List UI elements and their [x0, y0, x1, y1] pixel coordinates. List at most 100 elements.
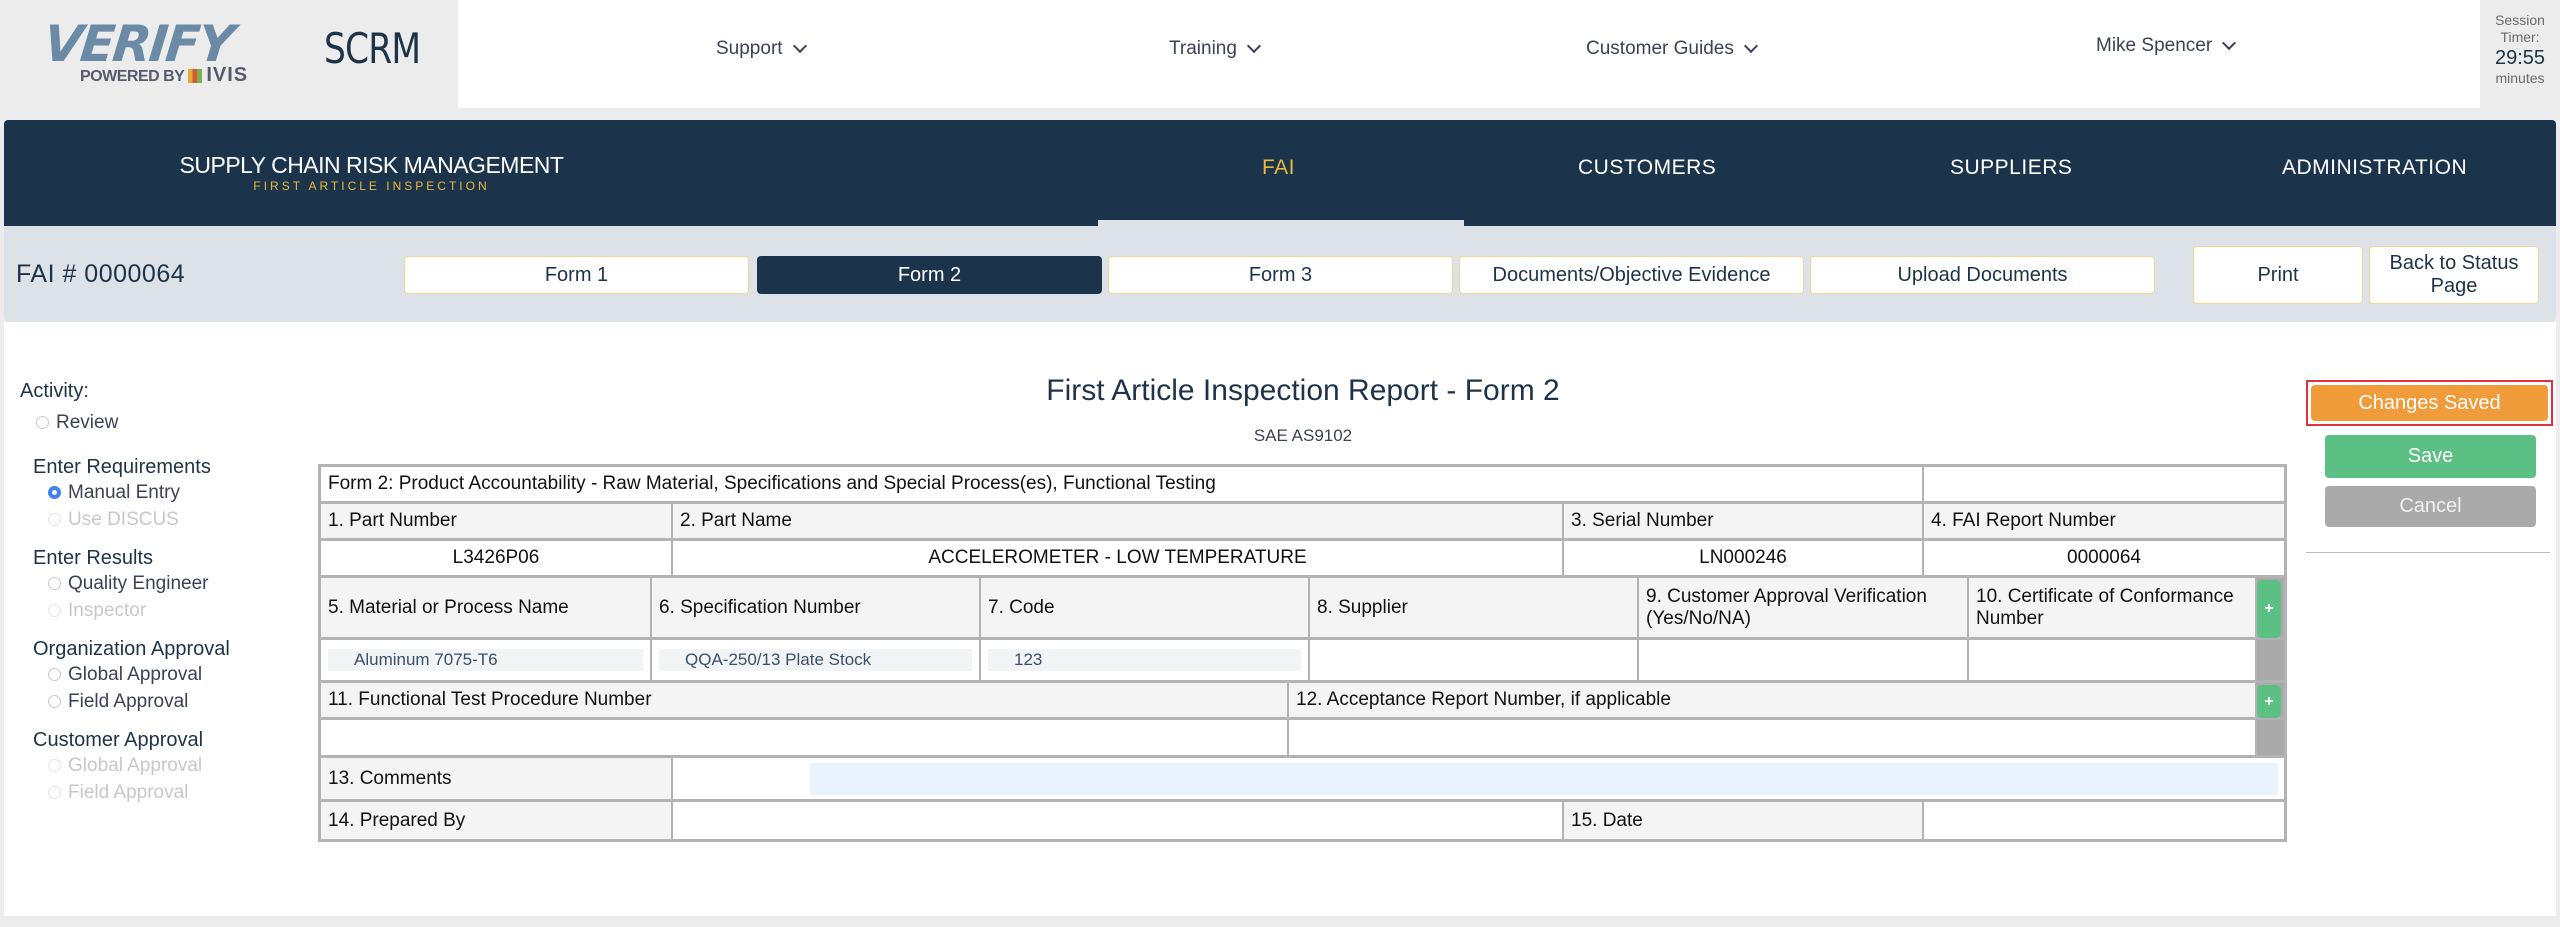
actions-divider [2306, 552, 2550, 553]
functional-add-column: + [2257, 683, 2284, 718]
session-timer-value: 29:55 [2494, 47, 2546, 69]
tab-administration[interactable]: ADMINISTRATION [2282, 156, 2467, 180]
col-acceptance-report: 12. Acceptance Report Number, if applica… [1289, 683, 2257, 717]
tab-fai[interactable]: FAI [1262, 156, 1295, 180]
materials-data-row: Aluminum 7075-T6 QQA-250/13 Plate Stock … [321, 640, 2284, 683]
nav-customer-guides-label: Customer Guides [1586, 38, 1734, 59]
add-functional-row-button[interactable]: + [2257, 685, 2281, 718]
print-button[interactable]: Print [2193, 246, 2363, 304]
col-customer-approval: 9. Customer Approval Verification (Yes/N… [1639, 578, 1969, 637]
tab-suppliers[interactable]: SUPPLIERS [1950, 156, 2072, 180]
add-material-row-button[interactable]: + [2257, 580, 2281, 638]
radio-icon [48, 604, 61, 617]
session-timer-label-2: Timer: [2500, 29, 2540, 45]
supplier-input[interactable] [1310, 640, 1639, 680]
radio-label: Field Approval [68, 781, 189, 803]
col-coc-number: 10. Certificate of Conformance Number [1969, 578, 2257, 637]
radio-use-discus: Use DISCUS [48, 506, 310, 533]
radio-cust-global-approval: Global Approval [48, 752, 310, 779]
fai-report-number-label: 4. FAI Report Number [1924, 504, 2284, 538]
radio-review[interactable]: Review [36, 409, 310, 436]
powered-by-text: POWERED BY [80, 68, 185, 85]
group-heading: Enter Results [33, 547, 154, 569]
radio-icon [48, 759, 61, 772]
specification-input[interactable]: QQA-250/13 Plate Stock [659, 649, 972, 671]
radio-label: Global Approval [68, 663, 203, 685]
coc-number-input[interactable] [1969, 640, 2257, 680]
form-heading-blank [1924, 467, 2284, 501]
changes-saved-button[interactable]: Changes Saved [2311, 385, 2548, 421]
tab-documents-objective-evidence[interactable]: Documents/Objective Evidence [1459, 256, 1804, 294]
radio-org-global-approval[interactable]: Global Approval [48, 661, 310, 688]
nav-training-label: Training [1169, 38, 1237, 59]
col-code: 7. Code [981, 578, 1310, 637]
activity-sidebar: Activity: Review Enter Requirements Manu… [20, 380, 310, 806]
chevron-down-icon [2222, 35, 2237, 51]
part-number-label: 1. Part Number [321, 504, 673, 538]
radio-manual-entry[interactable]: Manual Entry [48, 479, 310, 506]
radio-icon [48, 668, 61, 681]
group-heading: Customer Approval [33, 729, 204, 751]
nav-training[interactable]: Training [1169, 38, 1262, 60]
specification-cell: QQA-250/13 Plate Stock [652, 640, 981, 680]
radio-label: Use DISCUS [68, 508, 179, 530]
code-input[interactable]: 123 [988, 649, 1301, 671]
comments-input[interactable] [810, 762, 2278, 795]
materials-add-column [2257, 640, 2284, 680]
session-timer: Session Timer: 29:55 minutes [2480, 0, 2560, 108]
ivis-text: IVIS [206, 64, 249, 86]
radio-icon [48, 577, 61, 590]
tab-form-1[interactable]: Form 1 [404, 256, 749, 294]
fai-report-number-value: 0000064 [2067, 547, 2141, 568]
part-info-value-row: L3426P06 ACCELEROMETER - LOW TEMPERATURE… [321, 541, 2284, 578]
serial-number-label: 3. Serial Number [1564, 504, 1924, 538]
top-header: VERIFY POWERED BY IVIS SCRM Support Train… [0, 0, 2560, 108]
content-area: Activity: Review Enter Requirements Manu… [4, 322, 2556, 916]
part-name-value: ACCELEROMETER - LOW TEMPERATURE [673, 541, 1564, 575]
radio-review-label: Review [56, 411, 119, 433]
group-heading: Enter Requirements [33, 456, 211, 478]
group-enter-results: Enter Results Quality Engineer Inspector [33, 547, 310, 624]
functional-test-procedure-input[interactable] [321, 720, 1289, 755]
chevron-down-icon [1246, 38, 1262, 54]
tab-upload-documents[interactable]: Upload Documents [1810, 256, 2155, 294]
logo-powered-by: POWERED BY IVIS [80, 64, 248, 87]
functional-data-row [321, 720, 2284, 758]
comments-cell [673, 758, 2284, 799]
nav-customer-guides[interactable]: Customer Guides [1586, 38, 1758, 60]
acceptance-report-input[interactable] [1289, 720, 2257, 755]
prepared-by-value[interactable] [673, 802, 1564, 839]
back-to-status-page-button[interactable]: Back to Status Page [2369, 246, 2539, 304]
user-menu[interactable]: Mike Spencer [2096, 35, 2237, 57]
tab-form-3[interactable]: Form 3 [1108, 256, 1453, 294]
radio-icon [48, 513, 61, 526]
date-value[interactable] [1924, 802, 2284, 839]
col-functional-test-procedure: 11. Functional Test Procedure Number [321, 683, 1289, 717]
activity-label: Activity: [20, 380, 89, 402]
customer-approval-input[interactable] [1639, 640, 1969, 680]
form-heading-row: Form 2: Product Accountability - Raw Mat… [321, 467, 2284, 504]
radio-label: Quality Engineer [68, 572, 209, 594]
save-button[interactable]: Save [2325, 435, 2536, 478]
cancel-button[interactable]: Cancel [2325, 486, 2536, 527]
comments-label: 13. Comments [321, 758, 673, 799]
module-title-sub: FIRST ARTICLE INSPECTION [253, 179, 490, 193]
tab-form-2[interactable]: Form 2 [757, 256, 1102, 294]
group-organization-approval: Organization Approval Global Approval Fi… [33, 638, 310, 715]
tab-customers[interactable]: CUSTOMERS [1578, 156, 1716, 180]
form-heading: Form 2: Product Accountability - Raw Mat… [321, 467, 1924, 501]
col-supplier: 8. Supplier [1310, 578, 1639, 637]
nav-support[interactable]: Support [716, 38, 807, 60]
radio-quality-engineer[interactable]: Quality Engineer [48, 570, 310, 597]
comments-row: 13. Comments [321, 758, 2284, 802]
col-specification-number: 6. Specification Number [652, 578, 981, 637]
verify-logo[interactable]: VERIFY POWERED BY IVIS [41, 15, 276, 87]
radio-inspector: Inspector [48, 597, 310, 624]
functional-add-column [2257, 720, 2284, 755]
date-label: 15. Date [1564, 802, 1924, 839]
material-input[interactable]: Aluminum 7075-T6 [328, 649, 643, 671]
group-enter-requirements: Enter Requirements Manual Entry Use DISC… [33, 456, 310, 533]
group-heading: Organization Approval [33, 638, 230, 660]
prepared-by-row: 14. Prepared By 15. Date [321, 802, 2284, 839]
radio-org-field-approval[interactable]: Field Approval [48, 688, 310, 715]
